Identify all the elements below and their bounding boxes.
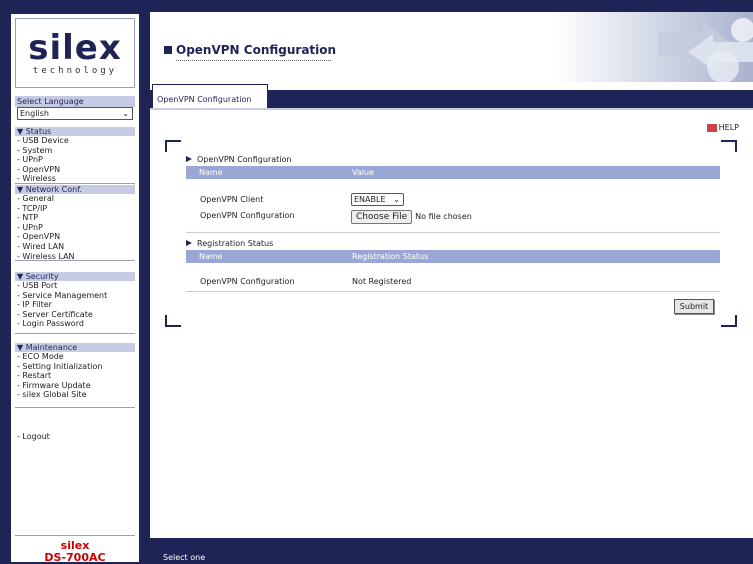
status-bar: Select one xyxy=(150,538,753,564)
logout-link[interactable]: - Logout xyxy=(17,432,50,441)
language-label: Select Language xyxy=(15,96,135,107)
frame-corner xyxy=(721,140,737,152)
openvpn-client-label: OpenVPN Client xyxy=(200,195,264,204)
decorative-arrows-graphic xyxy=(553,12,753,82)
chevron-down-icon: ⌄ xyxy=(122,109,129,118)
silex-logo: silex technology xyxy=(15,18,135,88)
logo-word: silex xyxy=(28,27,122,68)
row-divider xyxy=(186,232,720,233)
nav-divider xyxy=(15,407,135,408)
nav-group-network: ▼ Network Conf. - General - TCP/IP - NTP… xyxy=(15,185,135,261)
nav-item-upnp-status[interactable]: - UPnP xyxy=(15,155,135,165)
nav-item-eco-mode[interactable]: - ECO Mode xyxy=(15,352,135,362)
nav-item-login-password[interactable]: - Login Password xyxy=(15,319,135,329)
row-divider xyxy=(186,291,720,292)
help-label: HELP xyxy=(718,123,739,132)
nav-item-firmware-update[interactable]: - Firmware Update xyxy=(15,381,135,391)
language-value: English xyxy=(20,109,49,118)
nav-item-ntp[interactable]: - NTP xyxy=(15,213,135,223)
nav-header-network[interactable]: ▼ Network Conf. xyxy=(15,185,135,194)
help-link[interactable]: HELP xyxy=(706,123,739,132)
page-header: OpenVPN Configuration xyxy=(150,12,753,82)
openvpn-client-value: ENABLE xyxy=(354,195,386,204)
nav-item-usb-port[interactable]: - USB Port xyxy=(15,281,135,291)
openvpn-configuration-label: OpenVPN Configuration xyxy=(200,211,295,220)
language-select[interactable]: English ⌄ xyxy=(17,107,133,120)
nav-header-security[interactable]: ▼ Security xyxy=(15,272,135,281)
choose-file-button[interactable]: Choose File xyxy=(351,209,413,224)
triangle-right-icon xyxy=(186,156,192,162)
column-header-registration-status: Registration Status xyxy=(352,252,429,261)
tab-underline xyxy=(150,108,753,110)
section-title-config: OpenVPN Configuration xyxy=(186,155,291,164)
page-title: OpenVPN Configuration xyxy=(164,43,336,57)
openvpn-client-select[interactable]: ENABLE ⌄ xyxy=(351,193,404,206)
nav-item-restart[interactable]: - Restart xyxy=(15,371,135,381)
section-title-config-text: OpenVPN Configuration xyxy=(197,155,292,164)
nav-item-upnp-conf[interactable]: - UPnP xyxy=(15,223,135,233)
nav-divider xyxy=(15,260,135,261)
registration-row-label: OpenVPN Configuration xyxy=(200,277,295,286)
nav-item-openvpn-conf[interactable]: - OpenVPN xyxy=(15,232,135,242)
status-text: Select one xyxy=(163,553,206,562)
nav-divider xyxy=(15,333,135,334)
title-underline xyxy=(176,60,331,61)
tab-openvpn-configuration[interactable]: OpenVPN Configuration xyxy=(152,84,268,108)
nav-group-maintenance: ▼ Maintenance - ECO Mode - Setting Initi… xyxy=(15,343,135,400)
nav-item-system[interactable]: - System xyxy=(15,146,135,156)
triangle-right-icon xyxy=(186,240,192,246)
registration-row-value: Not Registered xyxy=(352,277,412,286)
logo-subtitle: technology xyxy=(32,65,118,76)
nav-header-maintenance[interactable]: ▼ Maintenance xyxy=(15,343,135,352)
nav-item-ip-filter[interactable]: - IP Filter xyxy=(15,300,135,310)
column-header-name: Name xyxy=(199,252,223,261)
nav-group-security: ▼ Security - USB Port - Service Manageme… xyxy=(15,272,135,329)
grid-icon xyxy=(164,46,172,54)
registration-table-header: Name Registration Status xyxy=(186,250,720,263)
nav-group-status: ▼ Status - USB Device - System - UPnP - … xyxy=(15,127,135,184)
section-title-registration-text: Registration Status xyxy=(197,239,274,248)
config-table-header: Name Value xyxy=(186,166,720,179)
nav-item-server-certificate[interactable]: - Server Certificate xyxy=(15,310,135,320)
section-title-registration: Registration Status xyxy=(186,239,273,248)
nav-item-service-management[interactable]: - Service Management xyxy=(15,291,135,301)
nav-item-wired-lan[interactable]: - Wired LAN xyxy=(15,242,135,252)
frame-corner xyxy=(165,315,181,327)
help-icon xyxy=(706,123,717,132)
nav-item-usb-device[interactable]: - USB Device xyxy=(15,136,135,146)
config-file-input: Choose File No file chosen xyxy=(351,209,472,224)
sidebar: silex technology Select Language English… xyxy=(9,12,141,564)
nav-item-tcpip[interactable]: - TCP/IP xyxy=(15,204,135,214)
submit-button[interactable]: Submit xyxy=(674,299,714,314)
nav-header-status[interactable]: ▼ Status xyxy=(15,127,135,136)
page-title-text: OpenVPN Configuration xyxy=(176,43,337,57)
main-content: OpenVPN Configuration OpenVPN Configurat… xyxy=(150,12,753,564)
nav-divider xyxy=(15,183,135,184)
column-header-value: Value xyxy=(352,168,374,177)
model-label: silex DS-700AC xyxy=(15,535,135,564)
chevron-down-icon: ⌄ xyxy=(393,195,400,204)
frame-corner xyxy=(721,315,737,327)
model-number: DS-700AC xyxy=(44,551,106,564)
nav-item-global-site[interactable]: - silex Global Site xyxy=(15,390,135,400)
nav-item-openvpn-status[interactable]: - OpenVPN xyxy=(15,165,135,175)
no-file-text: No file chosen xyxy=(415,212,472,221)
column-header-name: Name xyxy=(199,168,223,177)
nav-item-general[interactable]: - General xyxy=(15,194,135,204)
frame-corner xyxy=(165,140,181,152)
nav-item-setting-initialization[interactable]: - Setting Initialization xyxy=(15,362,135,372)
